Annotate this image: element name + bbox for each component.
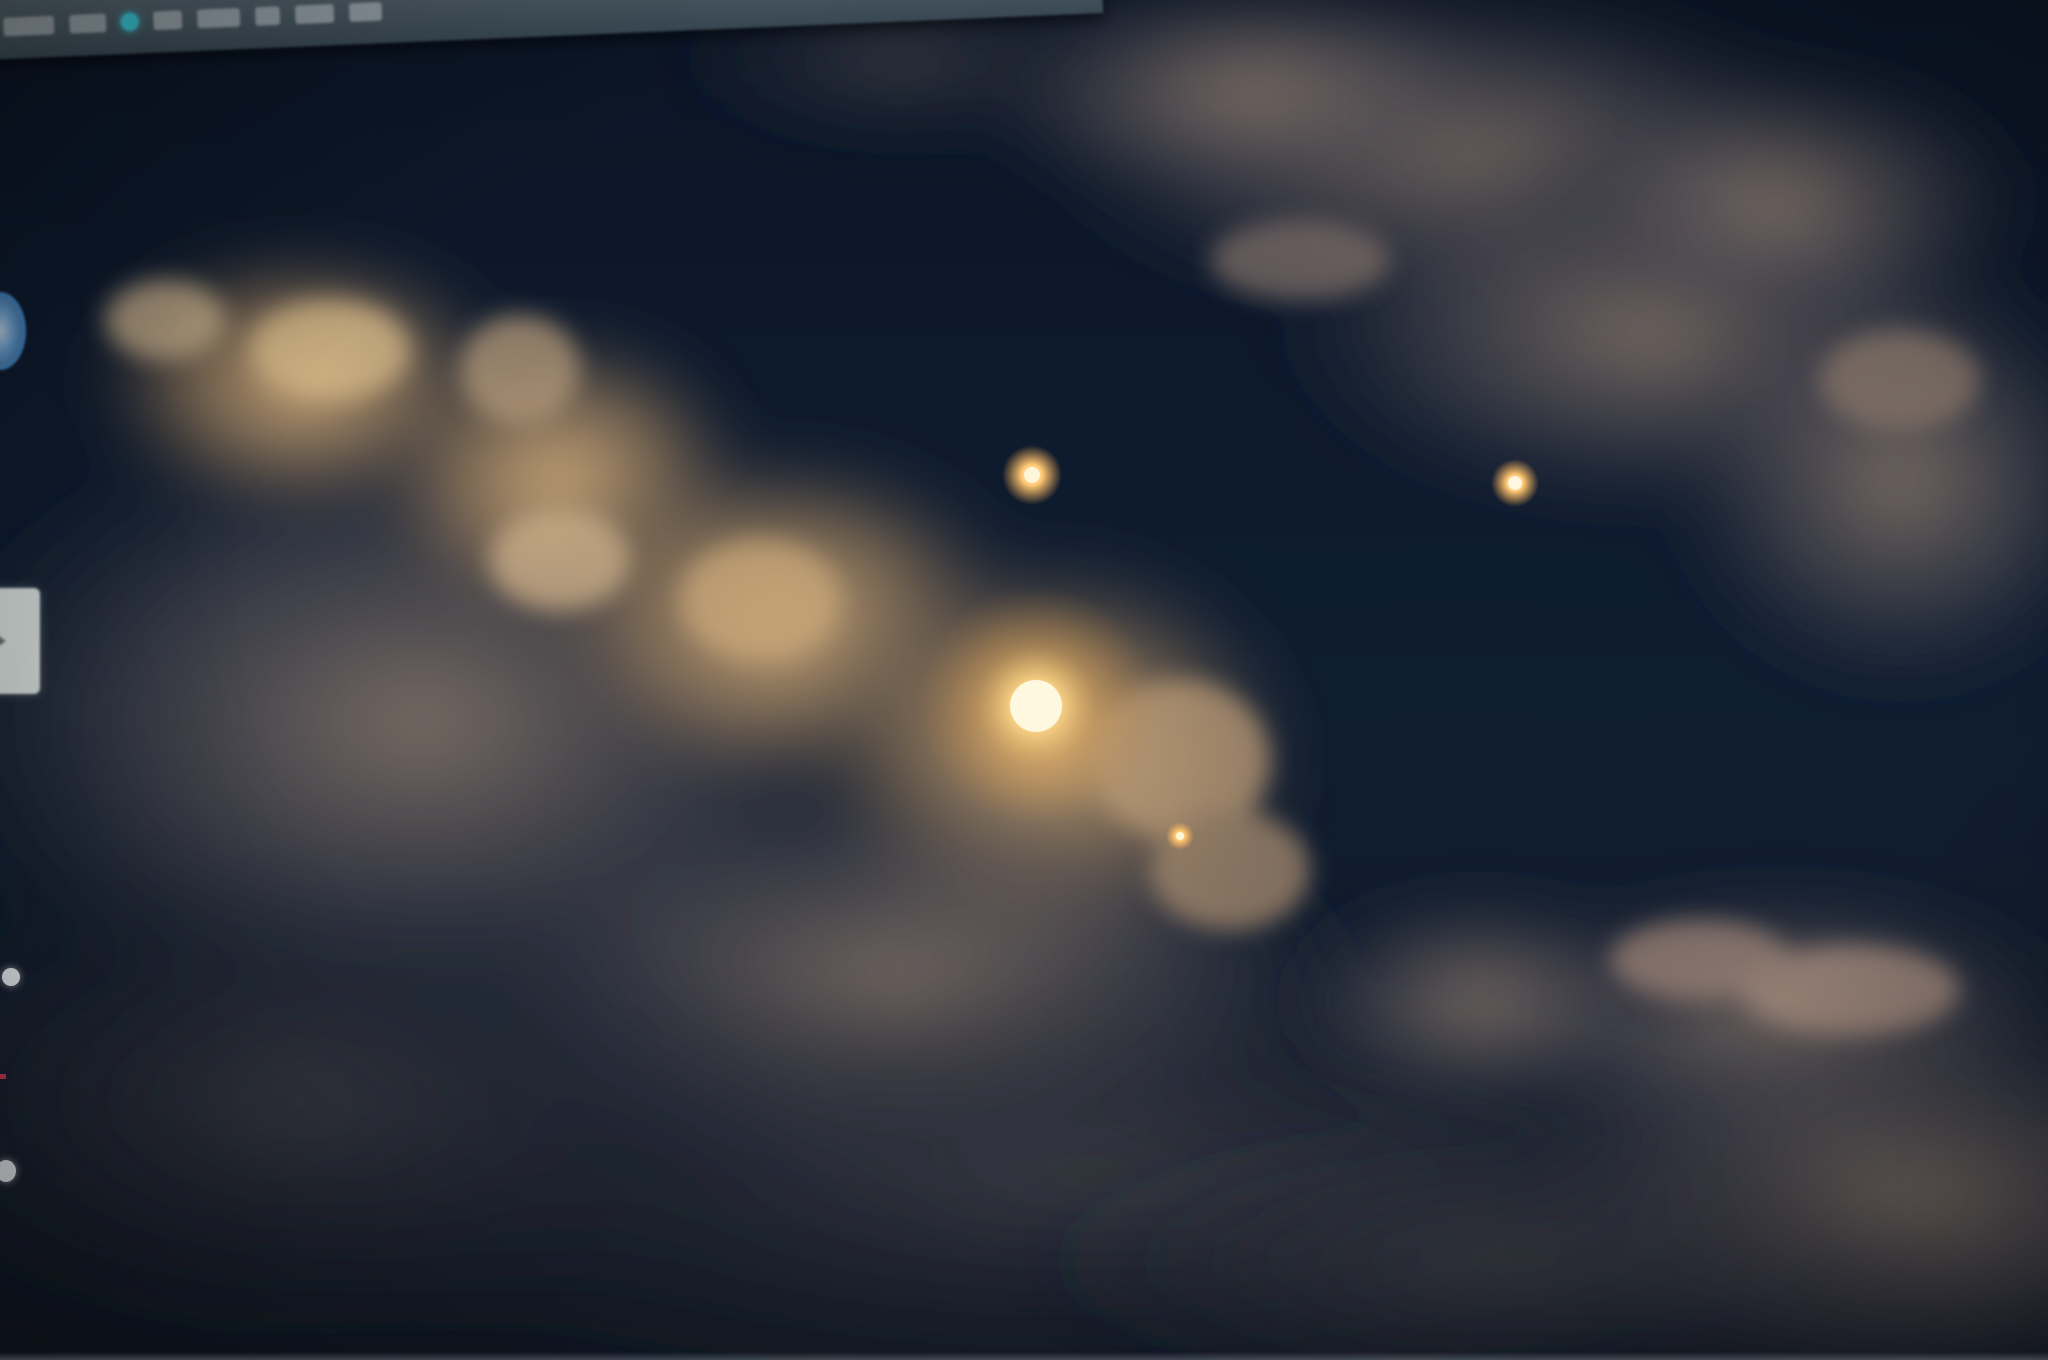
menu-icon[interactable] [2, 14, 56, 38]
play-panel-icon[interactable] [0, 588, 40, 694]
toolbar-button-icon[interactable] [254, 5, 282, 27]
toolbar-items [2, 1, 383, 38]
monitor-bezel [0, 1352, 2048, 1360]
toolbar-button-icon[interactable] [294, 3, 335, 25]
night-sky-wallpaper [0, 0, 2048, 1360]
red-marker [0, 1074, 6, 1079]
toolbar-button-icon[interactable] [152, 9, 184, 31]
desktop-screen [0, 0, 2048, 1360]
status-dot-icon[interactable] [120, 12, 140, 32]
dot-icon[interactable] [2, 968, 20, 986]
toolbar-button-icon[interactable] [196, 7, 242, 29]
toolbar-button-icon[interactable] [348, 1, 383, 23]
toolbar-button-icon[interactable] [68, 12, 108, 35]
